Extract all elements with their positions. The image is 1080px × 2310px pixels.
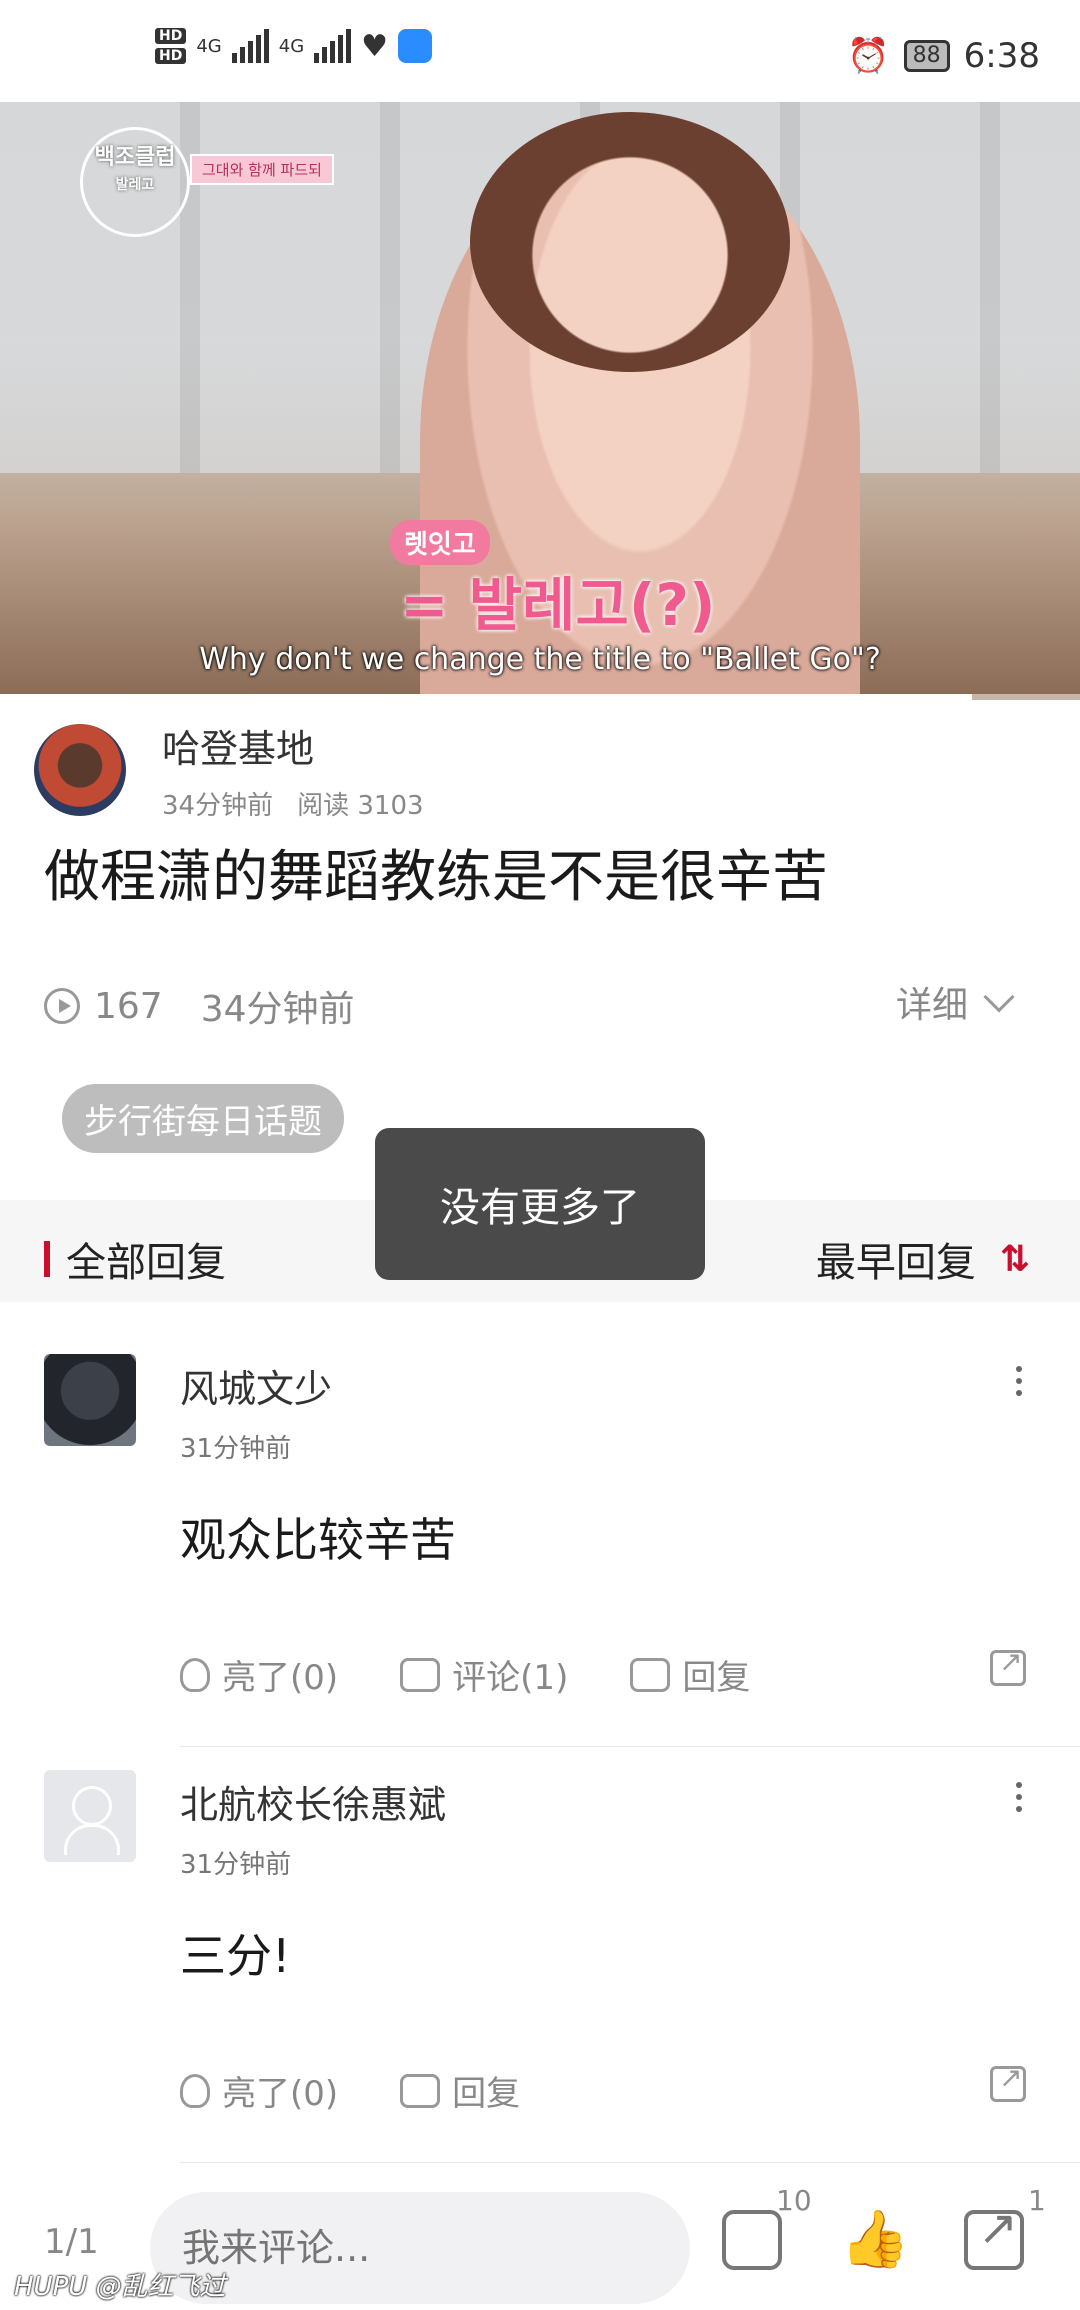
read-count: 阅读 3103 — [297, 791, 424, 821]
more-options-icon[interactable] — [1016, 1366, 1024, 1396]
all-replies-label: 全部回复 — [66, 1240, 226, 1286]
comment-item: 北航校长徐惠斌 31分钟前 三分! 亮了(0) 回复 — [0, 1770, 1080, 2170]
reply-icon — [630, 1657, 671, 1692]
reply-button[interactable]: 回复 — [630, 1650, 750, 1699]
chevron-down-icon — [983, 981, 1015, 1013]
net-label-1: 4G — [196, 35, 222, 57]
topic-tag[interactable]: 步行街每日话题 — [62, 1084, 344, 1153]
korean-caption-big: = 발레고(?) — [400, 571, 716, 639]
share-icon[interactable] — [990, 2061, 1026, 2102]
comment-actions: 亮了(0) 回复 — [180, 2066, 582, 2115]
video-subject-hair — [470, 112, 790, 372]
post-stats: 167 34分钟前 — [44, 980, 355, 1032]
author-name[interactable]: 哈登基地 — [162, 718, 424, 773]
comment-actions: 亮了(0) 评论(1) 回复 — [180, 1650, 812, 1699]
page-indicator: 1/1 — [44, 2222, 99, 2262]
net-label-2: 4G — [278, 35, 305, 57]
hd-badge-1: HD — [155, 28, 187, 44]
reply-icon — [400, 2073, 441, 2108]
post-title: 做程潇的舞蹈教练是不是很辛苦 — [44, 845, 828, 910]
battery-icon: 88 — [903, 40, 950, 72]
english-subtitle: Why don't we change the title to "Ballet… — [199, 642, 881, 677]
status-bar: HD HD 4G 4G ♥ ⏰ 88 6:38 — [0, 0, 1080, 102]
play-count-icon — [44, 988, 80, 1024]
post-time: 34分钟前 — [162, 791, 274, 821]
alarm-icon: ⏰ — [847, 36, 890, 76]
like-button[interactable]: 亮了(0) — [180, 1650, 338, 1699]
sort-icon: ⇅ — [999, 1238, 1030, 1280]
hd-badge-2: HD — [155, 48, 187, 64]
comments-icon[interactable] — [722, 2210, 782, 2270]
sort-toggle[interactable]: 最早回复 ⇅ — [816, 1230, 1030, 1288]
commenter-name[interactable]: 风城文少 — [180, 1358, 332, 1413]
more-options-icon[interactable] — [1016, 1782, 1024, 1812]
thumbs-up-icon[interactable]: 👍 — [840, 2210, 910, 2270]
commenter-name[interactable]: 北航校长徐惠斌 — [180, 1774, 446, 1829]
toast-message: 没有更多了 — [375, 1128, 705, 1280]
lightbulb-icon — [180, 2073, 210, 2108]
comment-text: 观众比较辛苦 — [180, 1513, 456, 1567]
signal-icon — [231, 29, 269, 63]
app-notification-icon — [398, 29, 433, 63]
comment-button[interactable]: 评论(1) — [400, 1650, 568, 1699]
reply-button[interactable]: 回复 — [400, 2066, 520, 2115]
show-logo: 백조클럽 발레고 — [80, 127, 190, 237]
share-icon[interactable] — [990, 1645, 1026, 1686]
commenter-avatar[interactable] — [44, 1770, 136, 1862]
status-right: ⏰ 88 6:38 — [847, 36, 1040, 76]
play-count: 167 — [94, 985, 163, 1027]
video-progress-fill — [0, 694, 972, 700]
stats-time: 34分钟前 — [200, 989, 355, 1030]
video-progress-bar[interactable] — [0, 694, 1080, 700]
status-left: HD HD 4G 4G ♥ — [155, 28, 433, 64]
comment-bubble-icon — [400, 1657, 441, 1692]
comment-item: 风城文少 31分钟前 观众比较辛苦 亮了(0) 评论(1) 回复 — [0, 1354, 1080, 1754]
post-author[interactable]: 哈登基地 34分钟前 阅读 3103 — [34, 718, 424, 822]
commenter-avatar[interactable] — [44, 1354, 136, 1446]
health-icon: ♥ — [361, 28, 389, 64]
share-count: 1 — [1028, 2184, 1046, 2217]
comment-time: 31分钟前 — [180, 1434, 292, 1464]
comment-time: 31分钟前 — [180, 1850, 292, 1880]
lightbulb-icon — [180, 1657, 210, 1692]
comment-text: 三分! — [180, 1929, 291, 1983]
signal-icon-2 — [314, 29, 352, 63]
video-player[interactable]: 백조클럽 발레고 그대와 함께 파드되 렛잇고 = 발레고(?) Why don… — [0, 102, 1080, 700]
clock: 6:38 — [963, 36, 1040, 76]
author-avatar[interactable] — [34, 724, 126, 816]
show-tag: 그대와 함께 파드되 — [190, 154, 334, 185]
watermark: HUPU @乱红飞过 — [14, 2272, 226, 2302]
comment-input[interactable] — [150, 2192, 690, 2304]
like-button[interactable]: 亮了(0) — [180, 2066, 338, 2115]
comment-divider — [180, 1746, 1080, 1747]
detail-toggle[interactable]: 详细 — [895, 976, 1015, 1028]
comment-divider — [180, 2162, 1080, 2163]
share-icon[interactable] — [964, 2200, 1024, 2270]
comments-count: 10 — [776, 2184, 812, 2217]
section-marker — [44, 1241, 50, 1277]
sort-label: 最早回复 — [815, 1240, 976, 1286]
detail-label: 详细 — [895, 985, 968, 1026]
